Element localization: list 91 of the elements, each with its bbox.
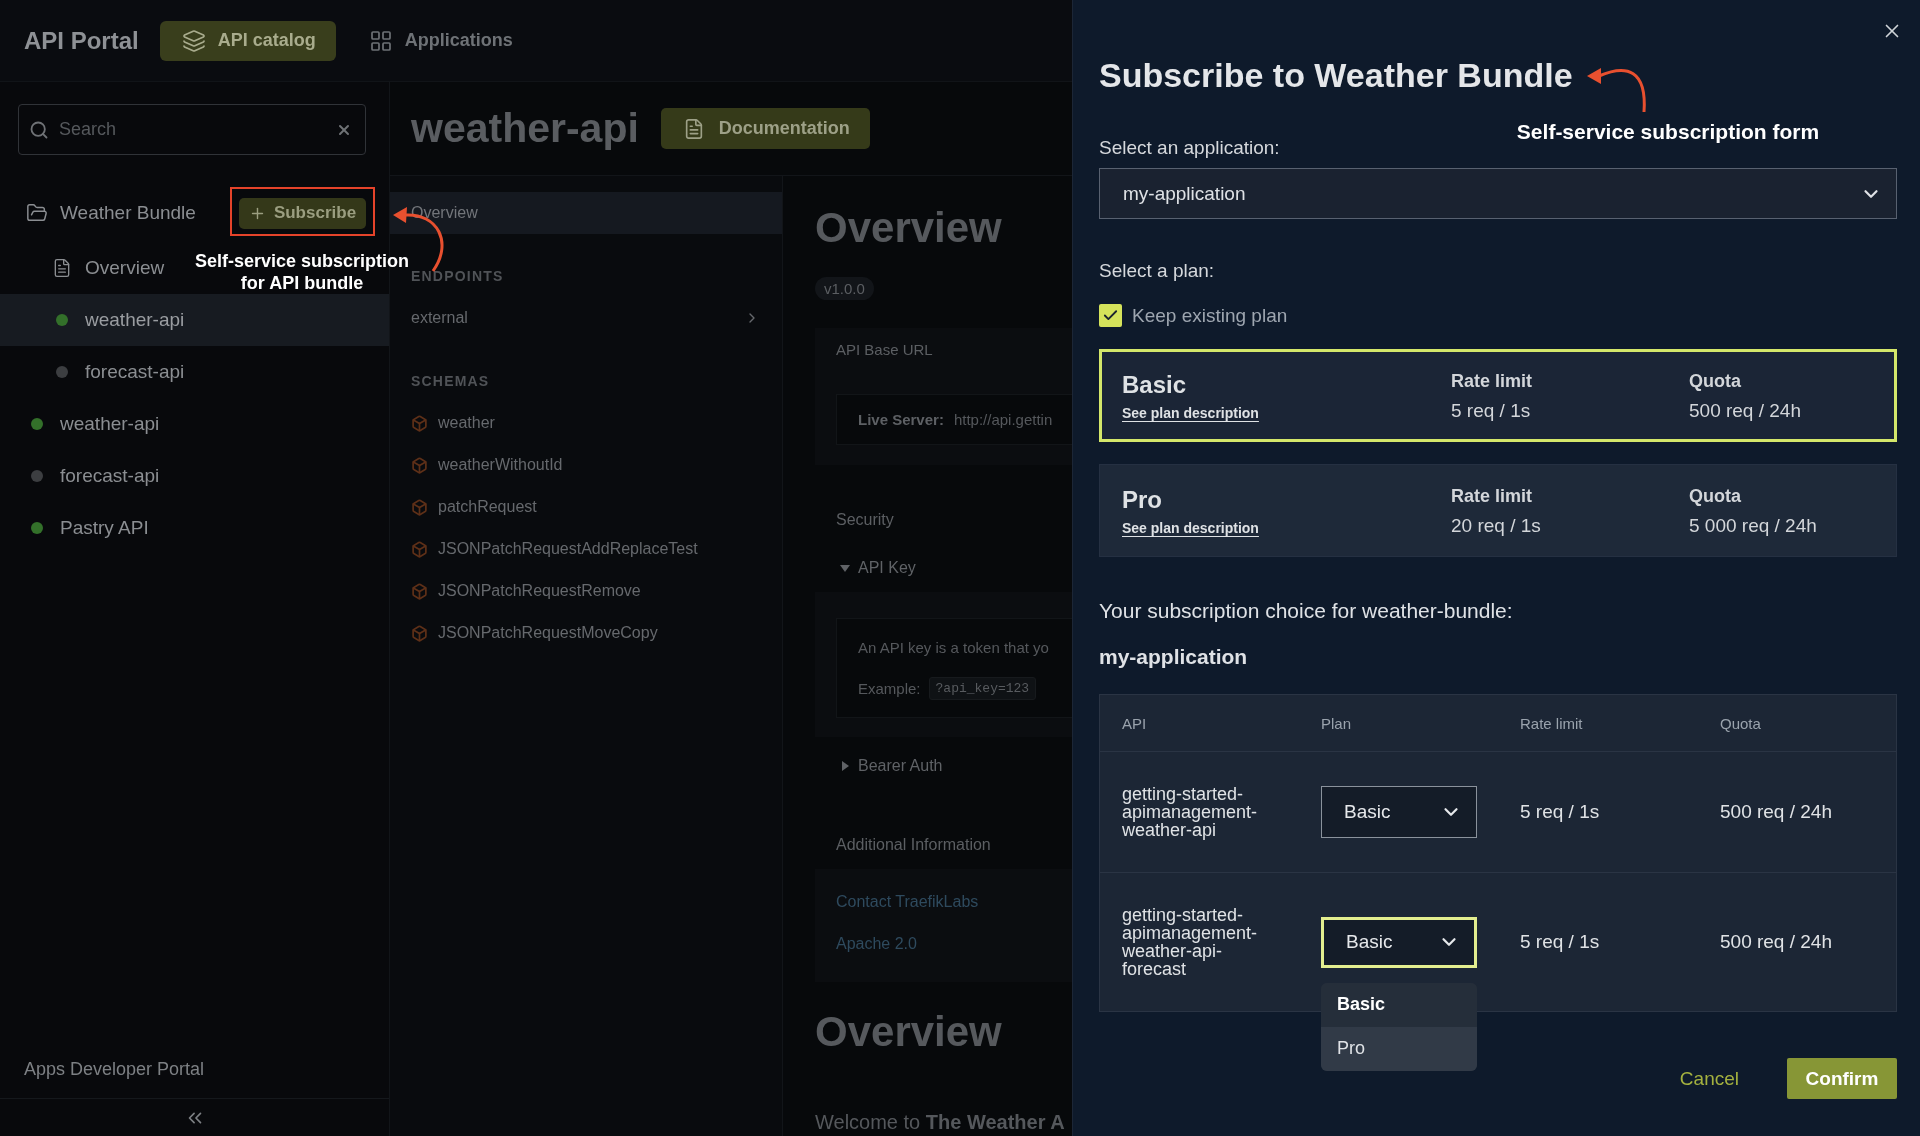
- checkbox[interactable]: [1099, 304, 1122, 327]
- cube-icon: [411, 498, 428, 516]
- plan-description-link[interactable]: See plan description: [1122, 519, 1259, 536]
- sidebar-item[interactable]: forecast-api: [0, 346, 193, 398]
- annotation-text: Self-service subscription for API bundle: [194, 250, 410, 294]
- cancel-button[interactable]: Cancel: [1679, 1067, 1739, 1090]
- security-scheme-toggle[interactable]: API Key: [815, 556, 916, 580]
- cube-icon: [411, 582, 428, 600]
- documentation-button[interactable]: Documentation: [660, 108, 870, 149]
- security-scheme-toggle[interactable]: Bearer Auth: [815, 754, 943, 778]
- sidebar-item[interactable]: Overview: [0, 242, 173, 294]
- rate-limit-label: Rate limit: [1451, 484, 1533, 508]
- search-icon: [29, 119, 49, 140]
- nav-link[interactable]: weather: [390, 402, 782, 444]
- code-snippet: ?api_key=123: [928, 677, 1037, 700]
- plan-card[interactable]: Pro See plan description Rate limit 20 req / 1s Quota 5 000 req / 24h: [1099, 464, 1897, 557]
- caret-down-icon: [840, 563, 850, 573]
- cube-icon: [411, 624, 428, 642]
- table-cell: 500 req / 24h: [1720, 931, 1832, 953]
- quota-value: 500 req / 24h: [1689, 398, 1801, 423]
- column-header: Quota: [1720, 714, 1761, 732]
- quota-label: Quota: [1689, 484, 1741, 508]
- table-cell: 500 req / 24h: [1720, 801, 1832, 823]
- section-heading: ENDPOINTS: [411, 267, 504, 286]
- dialog-title: Subscribe to Weather Bundle: [1099, 55, 1573, 96]
- intro-text: Welcome to The Weather A: [815, 1110, 1065, 1135]
- plan-card[interactable]: Basic See plan description Rate limit 5 req / 1s Quota 500 req / 24h: [1099, 349, 1897, 442]
- field-label: Select a plan:: [1099, 259, 1215, 283]
- confirm-button[interactable]: Confirm: [1787, 1058, 1897, 1099]
- cube-icon: [411, 414, 428, 432]
- portal-title: API Portal: [24, 26, 139, 55]
- folder-icon: [26, 202, 48, 224]
- server-url: http://api.gettin: [953, 411, 1053, 428]
- nav-tab[interactable]: Applications: [346, 20, 533, 61]
- column-header: Rate limit: [1520, 714, 1583, 732]
- cube-icon: [411, 540, 428, 558]
- table-cell-text: getting-started-apimanagement-weather-api: [1122, 785, 1259, 839]
- section-heading: SCHEMAS: [411, 372, 490, 391]
- description-text: An API key is a token that yo: [857, 637, 1049, 658]
- sidebar-item[interactable]: Pastry API: [0, 502, 157, 554]
- nav-link[interactable]: JSONPatchRequestRemove: [390, 570, 782, 612]
- annotation-text: Self-service subscription form: [1516, 119, 1820, 144]
- nav-link[interactable]: JSONPatchRequestMoveCopy: [390, 612, 782, 654]
- field-label: Select an application:: [1099, 136, 1280, 160]
- summary-heading: Your subscription choice for weather-bundle:: [1099, 599, 1513, 623]
- cube-icon: [411, 456, 428, 474]
- search-field[interactable]: Search: [18, 104, 366, 155]
- column-header: Plan: [1321, 714, 1352, 732]
- nav-link[interactable]: weatherWithoutId: [390, 444, 782, 486]
- table-cell: 5 req / 1s: [1520, 801, 1600, 823]
- rate-limit-value: 20 req / 1s: [1451, 513, 1541, 538]
- table-cell: 5 req / 1s: [1520, 931, 1600, 953]
- caret-right-icon: [840, 761, 850, 771]
- document-icon: [52, 258, 72, 278]
- rate-limit-label: Rate limit: [1451, 369, 1533, 393]
- plan-select[interactable]: Basic: [1321, 916, 1477, 968]
- nav-link[interactable]: external: [390, 297, 782, 339]
- nav-tab[interactable]: API catalog: [159, 20, 336, 61]
- plan-name: Pro: [1122, 485, 1162, 514]
- sidebar-item[interactable]: weather-api: [0, 294, 389, 346]
- panel-heading: API Base URL: [835, 340, 933, 360]
- section-title: Overview: [815, 1007, 1002, 1057]
- quota-label: Quota: [1689, 369, 1741, 393]
- application-select[interactable]: my-application: [1099, 168, 1897, 219]
- section-label: Additional Information: [835, 835, 991, 855]
- grid-icon: [368, 28, 393, 53]
- nav-link[interactable]: JSONPatchRequestAddReplaceTest: [390, 528, 782, 570]
- nav-link[interactable]: patchRequest: [390, 486, 782, 528]
- nav-link[interactable]: Overview: [390, 192, 782, 234]
- sidebar-item[interactable]: forecast-api: [0, 450, 168, 502]
- sidebar-item[interactable]: Weather Bundle: [0, 184, 204, 242]
- subscribe-button[interactable]: Subscribe: [239, 197, 366, 229]
- application-name: my-application: [1099, 645, 1248, 669]
- page-title: Overview: [815, 203, 1002, 253]
- layers-icon: [181, 28, 206, 53]
- plan-description-link[interactable]: See plan description: [1122, 404, 1259, 421]
- api-title: weather-api: [411, 105, 639, 152]
- plan-name: Basic: [1122, 370, 1187, 399]
- version-badge: v1.0.0: [815, 277, 874, 300]
- table-cell-text: getting-started-apimanagement-weather-api-forecast: [1122, 906, 1259, 978]
- rate-limit-value: 5 req / 1s: [1451, 398, 1531, 423]
- checkbox-label: Keep existing plan: [1132, 304, 1288, 327]
- column-header: API: [1122, 714, 1147, 732]
- footer-title: Apps Developer Portal: [24, 1058, 205, 1080]
- server-label: Live Server:: [858, 411, 944, 428]
- quota-value: 5 000 req / 24h: [1689, 513, 1817, 538]
- section-label: Security: [835, 510, 894, 530]
- sidebar-item[interactable]: weather-api: [0, 398, 168, 450]
- example-label: Example:: [858, 680, 921, 697]
- dropdown-option[interactable]: Pro: [1321, 1026, 1477, 1071]
- plan-select[interactable]: Basic: [1321, 786, 1477, 838]
